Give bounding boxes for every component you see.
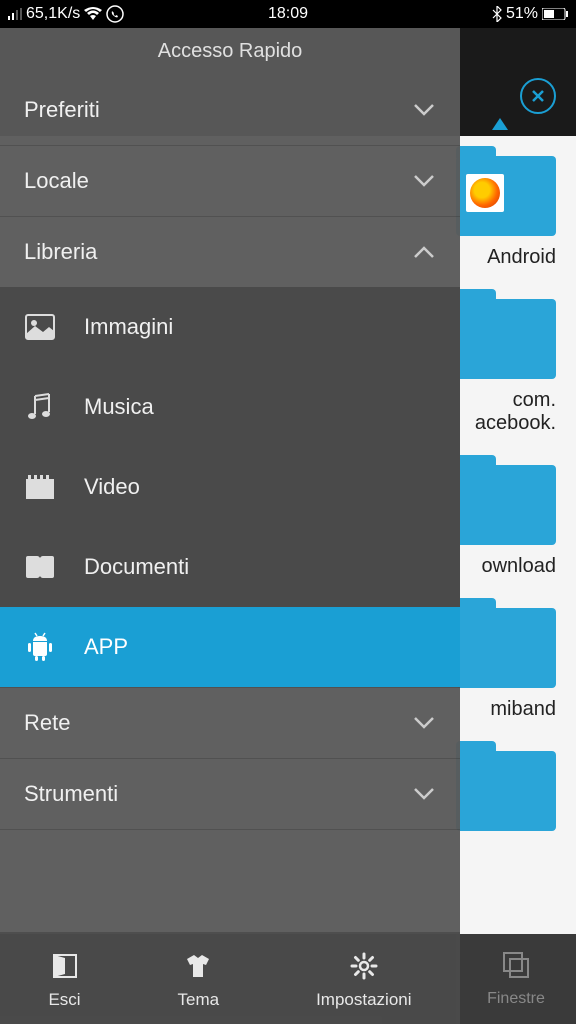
whatsapp-icon bbox=[106, 5, 124, 23]
sort-indicator-icon bbox=[492, 118, 508, 130]
section-rete[interactable]: Rete bbox=[0, 688, 460, 759]
chevron-down-icon bbox=[412, 169, 436, 193]
libreria-item-immagini[interactable]: Immagini bbox=[0, 287, 460, 367]
sub-item-label: Video bbox=[84, 474, 140, 500]
section-strumenti[interactable]: Strumenti bbox=[0, 759, 460, 830]
document-icon bbox=[24, 551, 56, 583]
sub-item-label: Musica bbox=[84, 394, 154, 420]
navigation-drawer: Accesso Rapido Preferiti Locale Libreria bbox=[0, 28, 460, 1024]
exit-button[interactable]: Esci bbox=[48, 950, 80, 1010]
drawer-title: Accesso Rapido bbox=[0, 28, 460, 75]
section-locale[interactable]: Locale bbox=[0, 146, 460, 217]
exit-icon bbox=[49, 950, 81, 982]
drawer-bottom-bar: Esci Tema Impostazioni bbox=[0, 932, 460, 1024]
status-time: 18:09 bbox=[268, 5, 308, 23]
libreria-items: Immagini Musica Video Documenti bbox=[0, 287, 460, 687]
video-icon bbox=[24, 471, 56, 503]
chevron-down-icon bbox=[412, 782, 436, 806]
close-button[interactable] bbox=[520, 78, 556, 114]
android-icon bbox=[24, 631, 56, 663]
network-speed: 65,1K/s bbox=[26, 5, 80, 23]
signal-icon bbox=[8, 8, 22, 20]
theme-button[interactable]: Tema bbox=[178, 950, 220, 1010]
battery-percent: 51% bbox=[506, 5, 538, 23]
folder-icon bbox=[456, 751, 556, 831]
settings-button[interactable]: Impostazioni bbox=[316, 950, 411, 1010]
bottom-label: Esci bbox=[48, 990, 80, 1010]
bottom-nav-windows[interactable]: Finestre bbox=[456, 934, 576, 1024]
folder-icon bbox=[456, 465, 556, 545]
folder-icon bbox=[456, 299, 556, 379]
image-icon bbox=[24, 311, 56, 343]
folder-icon bbox=[456, 156, 556, 236]
status-bar: 65,1K/s 18:09 51% bbox=[0, 0, 576, 28]
sub-item-label: Immagini bbox=[84, 314, 173, 340]
section-preferiti[interactable]: Preferiti bbox=[0, 75, 460, 146]
bottom-label: Impostazioni bbox=[316, 990, 411, 1010]
bluetooth-icon bbox=[492, 6, 502, 22]
libreria-item-video[interactable]: Video bbox=[0, 447, 460, 527]
section-label: Strumenti bbox=[24, 781, 118, 807]
section-label: Locale bbox=[24, 168, 89, 194]
libreria-item-documenti[interactable]: Documenti bbox=[0, 527, 460, 607]
section-label: Rete bbox=[24, 710, 70, 736]
bottom-label: Tema bbox=[178, 990, 220, 1010]
libreria-item-app[interactable]: APP bbox=[0, 607, 460, 687]
windows-icon bbox=[502, 951, 530, 984]
bottom-nav-label: Finestre bbox=[487, 990, 545, 1008]
sub-item-label: APP bbox=[84, 634, 128, 660]
libreria-item-musica[interactable]: Musica bbox=[0, 367, 460, 447]
music-icon bbox=[24, 391, 56, 423]
settings-icon bbox=[348, 950, 380, 982]
chevron-down-icon bbox=[412, 98, 436, 122]
sub-item-label: Documenti bbox=[84, 554, 189, 580]
section-libreria[interactable]: Libreria Immagini Musica bbox=[0, 217, 460, 688]
section-label: Libreria bbox=[24, 239, 97, 265]
battery-icon bbox=[542, 8, 568, 20]
theme-icon bbox=[182, 950, 214, 982]
chevron-up-icon bbox=[412, 240, 436, 264]
firefox-thumb-icon bbox=[470, 178, 500, 208]
section-label: Preferiti bbox=[24, 97, 100, 123]
folder-icon bbox=[456, 608, 556, 688]
chevron-down-icon bbox=[412, 711, 436, 735]
wifi-icon bbox=[84, 7, 102, 21]
